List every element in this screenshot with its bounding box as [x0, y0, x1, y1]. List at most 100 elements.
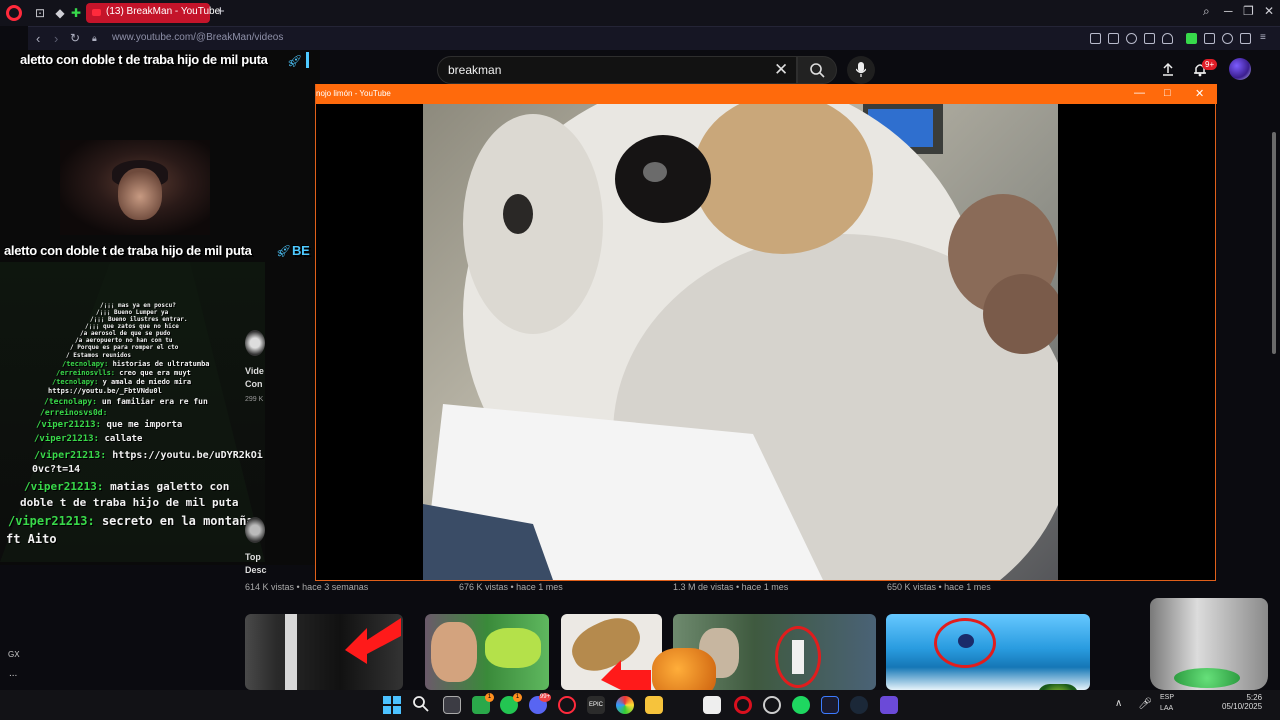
strip-title-3[interactable]: Top — [245, 552, 261, 562]
bookmark-icon[interactable] — [1090, 33, 1101, 44]
channel-avatar[interactable] — [245, 330, 265, 356]
chrome-icon[interactable] — [616, 696, 634, 714]
upload-icon[interactable] — [1161, 62, 1175, 76]
chat-line: /erreinosvlls: creo que era muyt — [56, 369, 191, 377]
discord-icon[interactable]: 99+ — [529, 693, 551, 714]
microphone-icon — [856, 62, 866, 77]
snapshot-icon[interactable] — [1108, 33, 1119, 44]
soundpad-icon[interactable] — [880, 696, 898, 714]
mini-player-window[interactable]: nojo limón - YouTube — □ ✕ — [315, 84, 1217, 581]
strip-title-1[interactable]: Vide — [245, 366, 264, 376]
workspaces-icon[interactable]: ⊡ — [32, 5, 48, 21]
video-thumbnail[interactable] — [425, 614, 549, 690]
chat-line: /viper21213: que me importa — [36, 420, 183, 430]
search-input[interactable]: breakman — [448, 63, 501, 77]
video-stats-2: 676 K vistas • hace 1 mes — [459, 582, 563, 592]
windows-start-icon[interactable] — [383, 696, 401, 714]
epic-games-icon[interactable]: EPIC — [587, 696, 605, 714]
address-bar: ‹ › ↻ 🔒︎ www.youtube.com/@BreakMan/video… — [28, 26, 1280, 50]
notification-badge: 9+ — [1202, 59, 1218, 70]
language-label[interactable]: ESP — [1160, 694, 1174, 701]
tray-chevron-icon[interactable]: ∧ — [1115, 698, 1122, 709]
overlay-caption-middle: aletto con doble t de traba hijo de mil … — [4, 243, 252, 258]
sidebar-more-button[interactable]: ... — [9, 668, 17, 679]
video-frame[interactable] — [423, 104, 1058, 580]
video-thumbnail[interactable] — [245, 614, 403, 690]
opera-icon[interactable] — [734, 696, 752, 714]
opera-logo-icon[interactable] — [6, 5, 22, 21]
overlay-caption-tail: BE — [292, 243, 310, 258]
profile-icon[interactable] — [1222, 33, 1233, 44]
tab-youtube[interactable]: (13) BreakMan - YouTube — [86, 3, 220, 23]
mini-close-button[interactable]: ✕ — [1195, 87, 1204, 100]
proton-vpn-icon[interactable] — [821, 696, 839, 714]
tab-title: (13) BreakMan - YouTube — [106, 6, 221, 17]
strip-title-4[interactable]: Desc — [245, 565, 267, 575]
mini-maximize-button[interactable]: □ — [1164, 87, 1171, 99]
tray-mic-icon[interactable]: 🎤︎ — [1138, 697, 1152, 710]
opera-gx-icon[interactable] — [558, 696, 576, 714]
obs-icon[interactable] — [763, 696, 781, 714]
reload-icon[interactable]: ↻ — [70, 31, 80, 45]
gx-corner-icon[interactable]: ◆ — [52, 5, 68, 21]
channel-avatar-2[interactable] — [245, 517, 265, 543]
mini-player-titlebar[interactable]: nojo limón - YouTube — □ ✕ — [316, 84, 1217, 104]
xbox-icon[interactable]: 1 — [472, 693, 494, 714]
vpn-icon[interactable] — [1126, 33, 1137, 44]
voice-search-button[interactable] — [847, 56, 875, 84]
taskbar — [0, 690, 1280, 720]
chat-line: /erreinosvs0d: — [40, 408, 108, 417]
page-scrollbar-thumb[interactable] — [1272, 132, 1276, 354]
whatsapp-icon[interactable]: 1 — [500, 693, 522, 714]
play-icon[interactable] — [1144, 33, 1155, 44]
spotify-icon[interactable] — [792, 696, 810, 714]
account-avatar[interactable] — [1229, 58, 1251, 80]
file-explorer-icon[interactable] — [645, 696, 663, 714]
clear-search-icon[interactable]: ✕ — [774, 60, 788, 80]
chat-line: /viper21213: callate — [34, 434, 143, 444]
video-stats-3: 1.3 M de vistas • hace 1 mes — [673, 582, 789, 592]
menu-icon[interactable]: ≡ — [1260, 33, 1271, 44]
new-tab-button[interactable]: + — [216, 3, 225, 20]
notepad-icon[interactable] — [703, 696, 721, 714]
search-icon — [810, 63, 825, 78]
chat-line: https://youtu.be/_FbtVNdu0l — [48, 387, 162, 395]
extensions-icon[interactable] — [1204, 33, 1215, 44]
video-thumbnail[interactable] — [561, 614, 662, 690]
download-icon[interactable] — [1240, 33, 1251, 44]
back-arrow-icon[interactable]: ‹ — [36, 31, 40, 46]
search-button[interactable] — [797, 56, 837, 84]
minimize-window-icon[interactable]: ─ — [1224, 4, 1233, 18]
chat-line: /viper21213: https://youtu.be/uDYR2kOi — [34, 450, 263, 461]
extension-tab-icon[interactable]: ✚ — [68, 5, 84, 21]
clock[interactable]: 5:26 05/10/2025 — [1222, 693, 1262, 711]
cup-overlay — [1150, 598, 1268, 690]
extension-green-icon[interactable] — [1186, 33, 1197, 44]
chat-line: / Estamos reunidos — [66, 352, 132, 359]
url-field[interactable]: www.youtube.com/@BreakMan/videos — [112, 32, 283, 43]
sidebar-gx-label[interactable]: GX — [8, 650, 20, 659]
search-bar[interactable]: breakman ✕ — [437, 56, 797, 84]
mini-minimize-button[interactable]: — — [1134, 87, 1145, 99]
facecam-face — [118, 168, 162, 220]
chat-line: /¡¡¡ mas ya en poscu? — [100, 302, 176, 309]
clock-time: 5:26 — [1246, 693, 1263, 702]
tab-search-icon[interactable]: ⌕ — [1203, 4, 1210, 19]
steam-icon[interactable] — [850, 696, 868, 714]
chat-line: /viper21213: secreto en la montaña — [8, 514, 254, 528]
video-stats-4: 650 K vistas • hace 1 mes — [887, 582, 991, 592]
restore-window-icon[interactable]: ❐ — [1243, 4, 1254, 18]
clock-date: 05/10/2025 — [1222, 702, 1263, 711]
taskbar-search-icon[interactable] — [413, 696, 429, 712]
chat-line: /a aeropuerto no han con tu — [75, 337, 173, 344]
task-view-icon[interactable] — [443, 696, 461, 714]
forward-arrow-icon[interactable]: › — [54, 31, 58, 46]
close-window-icon[interactable]: ✕ — [1264, 4, 1274, 18]
keyboard-layout-label[interactable]: LAA — [1160, 705, 1173, 712]
rocket-icon: 🚀︎ — [287, 54, 303, 68]
chat-line: /¡¡¡ que zatos que no hice — [85, 323, 179, 330]
heart-icon[interactable] — [1162, 33, 1173, 44]
strip-title-2[interactable]: Con — [245, 379, 263, 389]
mini-player-title: nojo limón - YouTube — [316, 89, 391, 98]
video-thumbnail[interactable] — [886, 614, 1090, 690]
